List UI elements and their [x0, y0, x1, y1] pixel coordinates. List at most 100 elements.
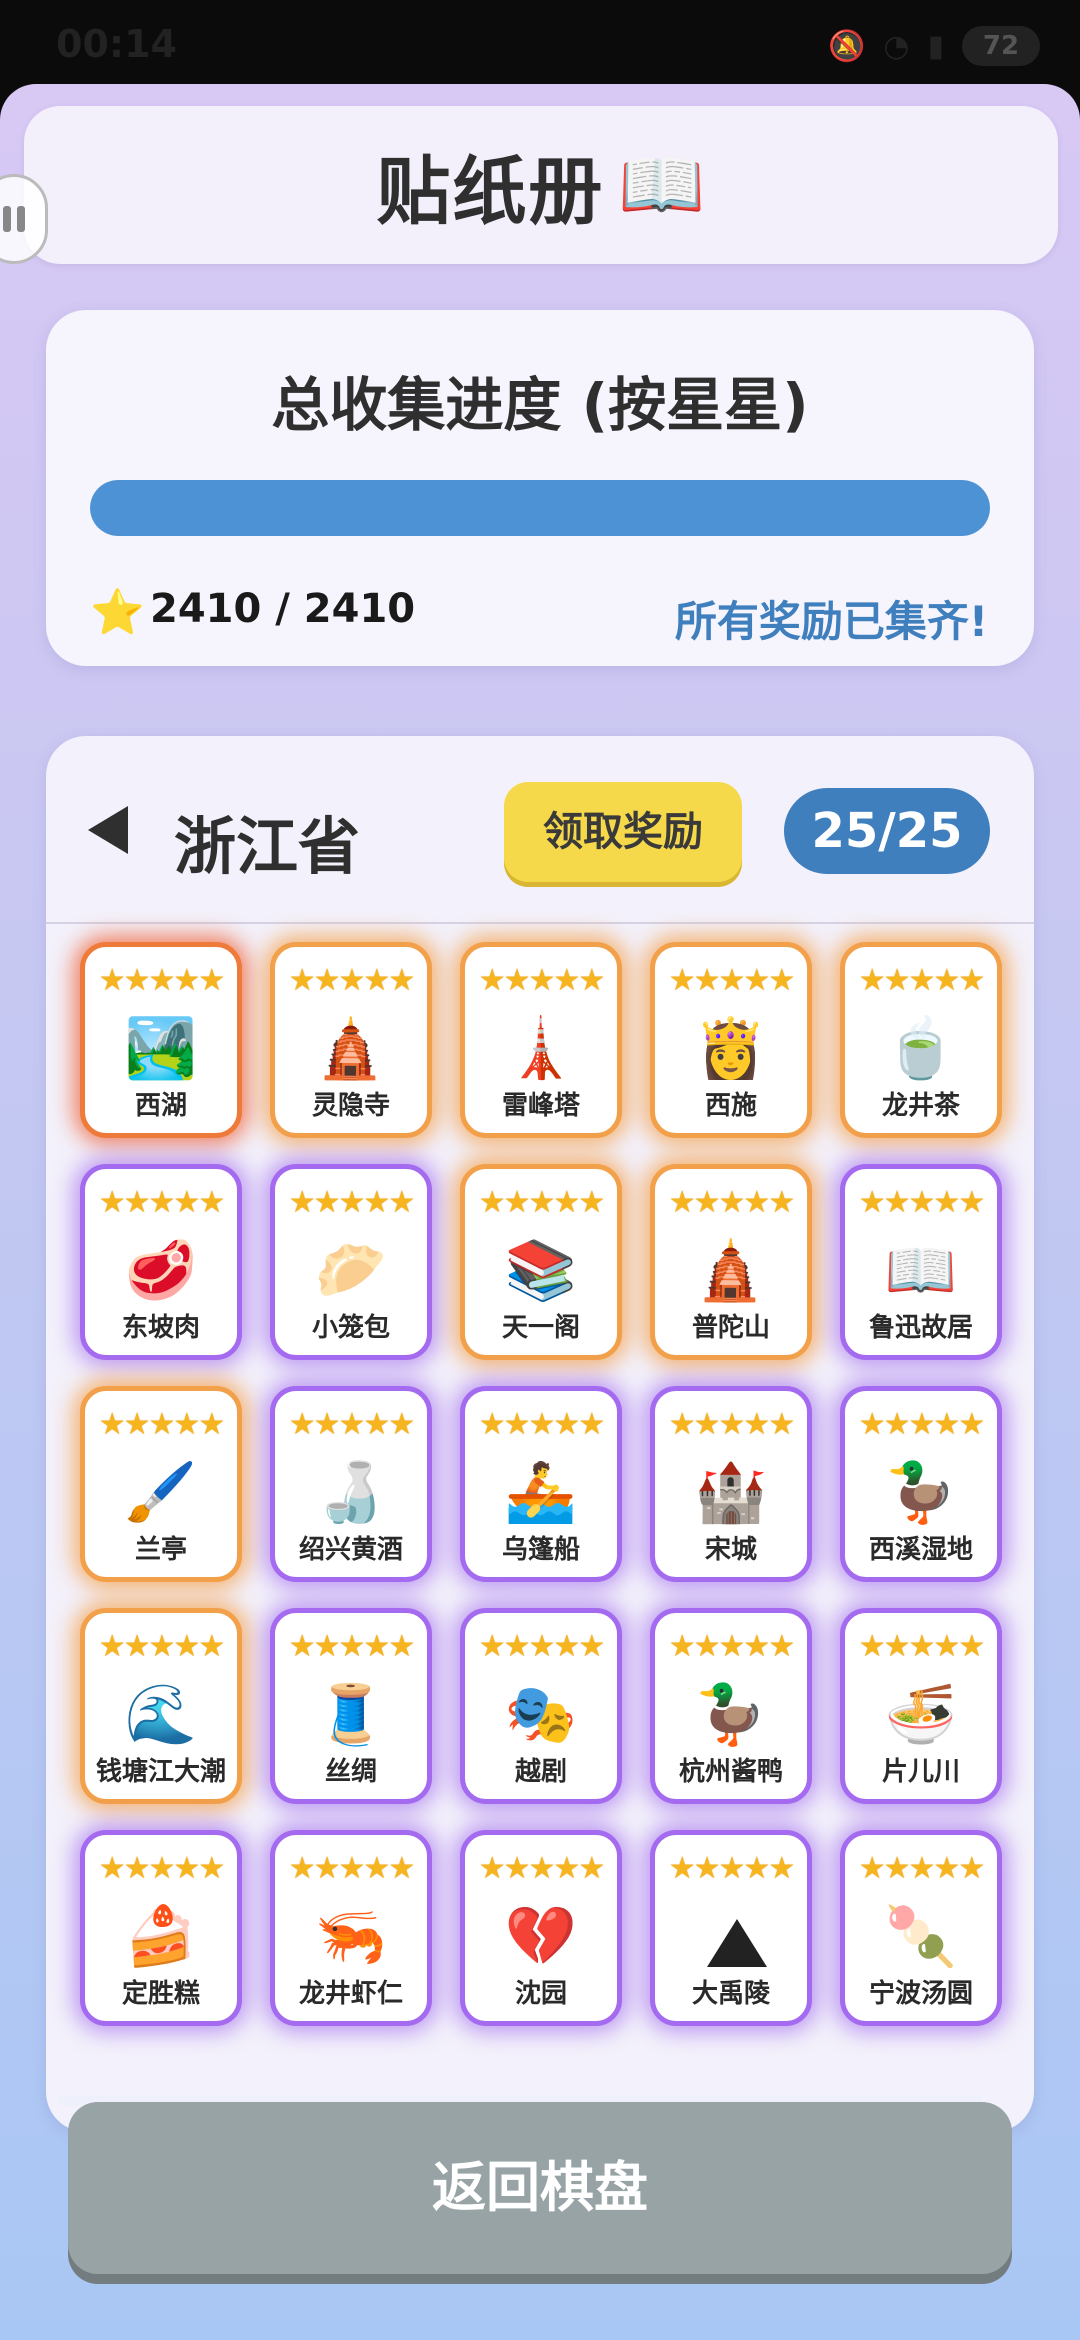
pause-icon: [3, 206, 11, 232]
star-rating: ★★★★★: [478, 1407, 605, 1442]
sticker-icon: 🧵: [314, 1680, 388, 1748]
sticker-card[interactable]: ★★★★★ 🍰 定胜糕: [80, 1830, 242, 2026]
sticker-card[interactable]: ★★★★★ 🍵 龙井茶: [840, 942, 1002, 1138]
sticker-card[interactable]: ★★★★★ 🦆 杭州酱鸭: [650, 1608, 812, 1804]
star-rating: ★★★★★: [288, 1629, 415, 1664]
star-rating: ★★★★★: [288, 963, 415, 998]
sticker-icon: 🏞️: [124, 1014, 198, 1082]
star-rating: ★★★★★: [98, 963, 225, 998]
star-rating: ★★★★★: [478, 1629, 605, 1664]
sticker-label: 杭州酱鸭: [678, 1757, 783, 1787]
star-rating: ★★★★★: [858, 1185, 985, 1220]
status-icons: 🔕 ◔ ▮ 72: [828, 26, 1040, 66]
sticker-label: 片儿川: [881, 1757, 960, 1787]
sticker-label: 天一阁: [501, 1313, 580, 1343]
sticker-card[interactable]: ★★★★★ 🎭 越剧: [460, 1608, 622, 1804]
mute-icon: 🔕: [827, 28, 866, 64]
return-to-board-button[interactable]: 返回棋盘: [68, 2102, 1012, 2274]
star-rating: ★★★★★: [858, 1629, 985, 1664]
sticker-label: 龙井茶: [881, 1091, 960, 1121]
pause-button[interactable]: [0, 174, 48, 264]
sticker-icon: 🗼: [504, 1014, 578, 1082]
province-title: 浙江省: [174, 810, 361, 883]
sticker-label: 龙井虾仁: [298, 1979, 403, 2009]
sticker-label: 普陀山: [691, 1313, 770, 1343]
sticker-card[interactable]: ★★★★★ 🍜 片儿川: [840, 1608, 1002, 1804]
sticker-card[interactable]: ★★★★★ 💔 沈园: [460, 1830, 622, 2026]
sticker-label: 乌篷船: [501, 1535, 580, 1565]
sticker-card[interactable]: ★★★★★ 📖 鲁迅故居: [840, 1164, 1002, 1360]
sticker-label: 宋城: [704, 1535, 757, 1565]
progress-bar: [90, 480, 990, 536]
sticker-card[interactable]: ★★★★★ 🛕 普陀山: [650, 1164, 812, 1360]
sticker-card[interactable]: ★★★★★ 🌊 钱塘江大潮: [80, 1608, 242, 1804]
app-screen: 贴纸册 📖 总收集进度 (按星星) ⭐ 2410 / 2410 所有奖励已集齐!…: [0, 84, 1080, 2340]
sticker-icon: 🌊: [124, 1680, 198, 1748]
page-title: 贴纸册: [376, 148, 605, 235]
sticker-card[interactable]: ★★★★★ 🍡 宁波汤圆: [840, 1830, 1002, 2026]
back-arrow-icon[interactable]: [88, 806, 128, 854]
sticker-label: 越剧: [514, 1757, 567, 1787]
sticker-card[interactable]: ★★★★★ 大禹陵: [650, 1830, 812, 2026]
battery-indicator: 72: [962, 26, 1040, 66]
star-rating: ★★★★★: [98, 1629, 225, 1664]
album-card: 浙江省 领取奖励 25/25 ★★★★★ 🏞️ 西湖 ★★★★★ 🛕 灵隐寺 ★★★★★ 🗼 雷…: [46, 736, 1034, 2132]
collection-count-badge: 25/25: [784, 788, 990, 874]
sticker-label: 丝绸: [324, 1757, 377, 1787]
sticker-card[interactable]: ★★★★★ 🦐 龙井虾仁: [270, 1830, 432, 2026]
sticker-label: 东坡肉: [121, 1313, 200, 1343]
sticker-icon: 🦆: [694, 1680, 768, 1748]
status-time: 00:14: [56, 22, 177, 66]
sticker-icon: 🍡: [884, 1902, 958, 1970]
sticker-icon: 📚: [504, 1236, 578, 1304]
sticker-card[interactable]: ★★★★★ 🖌️ 兰亭: [80, 1386, 242, 1582]
sticker-card[interactable]: ★★★★★ 🗼 雷峰塔: [460, 942, 622, 1138]
sticker-card[interactable]: ★★★★★ 🚣 乌篷船: [460, 1386, 622, 1582]
signal-icon: ▮: [927, 28, 944, 64]
sticker-card[interactable]: ★★★★★ 📚 天一阁: [460, 1164, 622, 1360]
album-header: 浙江省 领取奖励 25/25: [46, 736, 1034, 924]
star-rating: ★★★★★: [668, 1407, 795, 1442]
sticker-label: 西湖: [134, 1091, 187, 1121]
star-rating: ★★★★★: [478, 963, 605, 998]
star-rating: ★★★★★: [668, 1185, 795, 1220]
sticker-label: 沈园: [514, 1979, 567, 2009]
sticker-icon: 🛕: [694, 1236, 768, 1304]
sticker-card[interactable]: ★★★★★ 🥟 小笼包: [270, 1164, 432, 1360]
book-icon: 📖: [618, 143, 706, 226]
progress-status: 所有奖励已集齐!: [674, 597, 988, 646]
sticker-card[interactable]: ★★★★★ 🧵 丝绸: [270, 1608, 432, 1804]
sticker-card[interactable]: ★★★★★ 🦆 西溪湿地: [840, 1386, 1002, 1582]
sticker-card[interactable]: ★★★★★ 🏰 宋城: [650, 1386, 812, 1582]
sticker-card[interactable]: ★★★★★ 🥩 东坡肉: [80, 1164, 242, 1360]
star-rating: ★★★★★: [858, 1851, 985, 1886]
sticker-icon: 🚣: [504, 1458, 578, 1526]
star-rating: ★★★★★: [668, 963, 795, 998]
star-rating: ★★★★★: [288, 1407, 415, 1442]
sticker-icon: 🏰: [694, 1458, 768, 1526]
sticker-card[interactable]: ★★★★★ 🛕 灵隐寺: [270, 942, 432, 1138]
sticker-icon: 💔: [504, 1902, 578, 1970]
title-card: 贴纸册 📖: [24, 106, 1058, 264]
star-rating: ★★★★★: [858, 1407, 985, 1442]
sticker-icon: 🥩: [124, 1236, 198, 1304]
sticker-card[interactable]: ★★★★★ 🍶 绍兴黄酒: [270, 1386, 432, 1582]
star-icon: ⭐: [90, 587, 145, 638]
star-rating: ★★★★★: [858, 963, 985, 998]
triangle-icon: [707, 1919, 767, 1967]
sticker-label: 西施: [704, 1091, 757, 1121]
sticker-label: 雷峰塔: [501, 1091, 580, 1121]
sticker-label: 鲁迅故居: [868, 1313, 973, 1343]
sticker-icon: 🥟: [314, 1236, 388, 1304]
wifi-icon: ◔: [883, 28, 910, 64]
star-rating: ★★★★★: [478, 1185, 605, 1220]
status-bar: 00:14 🔕 ◔ ▮ 72: [0, 0, 1080, 84]
sticker-card[interactable]: ★★★★★ 👸 西施: [650, 942, 812, 1138]
claim-reward-button[interactable]: 领取奖励: [504, 782, 742, 882]
sticker-card[interactable]: ★★★★★ 🏞️ 西湖: [80, 942, 242, 1138]
sticker-icon: 🖌️: [124, 1458, 198, 1526]
sticker-icon: 🎭: [504, 1680, 578, 1748]
star-rating: ★★★★★: [288, 1851, 415, 1886]
sticker-icon: 🦐: [314, 1902, 388, 1970]
sticker-icon: 🍶: [314, 1458, 388, 1526]
